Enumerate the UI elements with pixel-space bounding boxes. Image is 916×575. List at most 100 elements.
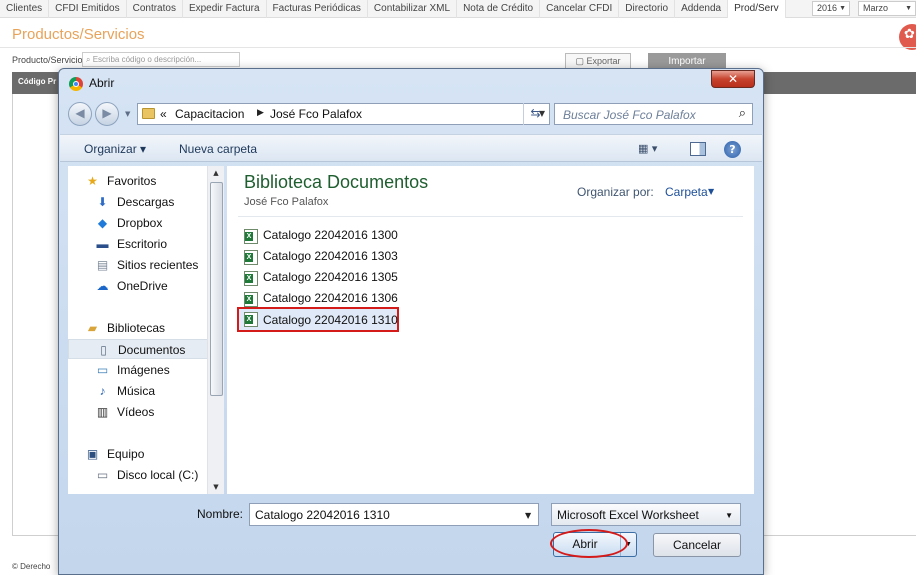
file-name: Catalogo 22042016 1305 — [263, 270, 398, 284]
nav-tab-clientes[interactable]: Clientes — [0, 0, 50, 18]
export-button[interactable]: ▢ Exportar — [565, 53, 631, 69]
grid-header-codigo[interactable]: Código Pr — [18, 77, 56, 86]
breadcrumb-jose-fco-palafox[interactable]: José Fco Palafox — [270, 107, 362, 121]
dialog-title: Abrir — [89, 76, 115, 90]
file-type-select[interactable]: Microsoft Excel Worksheet ▼ — [551, 503, 741, 526]
nav-disco-local[interactable]: ▭ Disco local (C:) — [68, 465, 208, 485]
nav-tab-cfdi-emitidos[interactable]: CFDI Emitidos — [49, 0, 127, 18]
nav-dropbox[interactable]: ◆ Dropbox — [68, 213, 208, 233]
scrollbar-thumb[interactable] — [210, 182, 223, 396]
nav-tab-prod-serv[interactable]: Prod/Serv — [728, 0, 786, 18]
nav-tab-addenda[interactable]: Addenda — [675, 0, 729, 18]
new-folder-button[interactable]: Nueva carpeta — [179, 142, 257, 156]
history-dropdown-icon[interactable]: ▼ — [125, 110, 130, 118]
view-options-icon[interactable]: ▦ ▾ — [638, 142, 657, 155]
address-bar[interactable]: « Capacitacion ▶ José Fco Palafox ▼ — [137, 103, 550, 125]
organize-button[interactable]: Organizar ▾ — [84, 142, 146, 156]
breadcrumb-separator-icon[interactable]: ▶ — [257, 108, 264, 118]
file-item[interactable]: Catalogo 22042016 1305 — [242, 269, 398, 288]
library-divider — [238, 216, 743, 217]
navigation-scrollbar[interactable]: ▲ ▼ — [207, 166, 224, 494]
chevron-down-icon[interactable]: ▼ — [525, 511, 531, 520]
forward-arrow-icon[interactable]: ▶ — [95, 102, 119, 126]
libraries-icon: ▰ — [87, 321, 98, 335]
nav-videos[interactable]: ▥ Vídeos — [68, 402, 208, 422]
search-input[interactable]: Buscar José Fco Palafox ⌕ — [554, 103, 753, 125]
breadcrumb-capacitacion[interactable]: Capacitacion — [175, 107, 244, 121]
file-item[interactable]: Catalogo 22042016 1303 — [242, 248, 398, 267]
filename-input[interactable]: Catalogo 22042016 1310 — [249, 503, 539, 526]
nav-equipo[interactable]: ▣ Equipo — [68, 444, 208, 464]
arrange-by-label: Organizar por: — [577, 185, 654, 199]
file-item-selected[interactable]: Catalogo 22042016 1310 — [237, 307, 399, 332]
library-subtitle: José Fco Palafox — [244, 196, 329, 208]
excel-file-icon — [244, 312, 258, 327]
nav-escritorio-label: Escritorio — [117, 237, 168, 251]
month-select[interactable]: Marzo ▼ — [858, 1, 916, 16]
nav-musica-label: Música — [117, 384, 156, 398]
downloads-icon: ⬇ — [97, 195, 108, 209]
computer-icon: ▣ — [86, 447, 99, 461]
nav-tab-directorio[interactable]: Directorio — [619, 0, 676, 18]
arrange-by-dropdown[interactable]: Carpeta — [665, 185, 708, 199]
star-icon: ★ — [87, 174, 98, 188]
file-name: Catalogo 22042016 1300 — [263, 228, 398, 242]
nav-bibliotecas[interactable]: ▰ Bibliotecas — [68, 318, 208, 338]
file-name: Catalogo 22042016 1303 — [263, 249, 398, 263]
nav-descargas[interactable]: ⬇ Descargas — [68, 192, 208, 212]
nav-tab-expedir-factura[interactable]: Expedir Factura — [183, 0, 267, 18]
nav-favorites[interactable]: ★ Favoritos — [68, 171, 208, 191]
filter-search-input[interactable]: ⌕ Escriba código o descripción... — [82, 52, 240, 67]
help-icon[interactable]: ? — [724, 141, 741, 158]
music-icon: ♪ — [99, 384, 106, 398]
nav-escritorio[interactable]: ▬ Escritorio — [68, 234, 208, 254]
nav-dropbox-label: Dropbox — [117, 216, 163, 230]
year-select-value: 2016 — [817, 3, 838, 13]
nav-tab-contabilizar-xml[interactable]: Contabilizar XML — [368, 0, 458, 18]
close-button[interactable]: ✕ — [711, 70, 755, 88]
year-select[interactable]: 2016 ▼ — [812, 1, 850, 16]
chevron-down-icon: ▼ — [839, 5, 846, 12]
excel-file-icon — [244, 229, 258, 244]
nav-tab-contratos[interactable]: Contratos — [127, 0, 183, 18]
refresh-icon[interactable]: ⇆ — [523, 103, 547, 125]
file-item[interactable]: Catalogo 22042016 1300 — [242, 227, 398, 246]
onedrive-cloud-icon: ☁ — [96, 279, 109, 293]
chrome-icon — [69, 77, 83, 91]
chevron-down-icon: ▼ — [905, 5, 912, 12]
back-arrow-icon[interactable]: ◀ — [68, 102, 92, 126]
nav-videos-label: Vídeos — [117, 405, 155, 419]
nav-onedrive[interactable]: ☁ OneDrive — [68, 276, 208, 296]
month-select-value: Marzo — [863, 3, 889, 13]
nav-imagenes-label: Imágenes — [117, 363, 170, 377]
documents-icon: ▯ — [100, 343, 107, 357]
scroll-down-arrow-icon[interactable]: ▼ — [208, 480, 224, 494]
desktop-icon: ▬ — [96, 237, 109, 251]
footer-copyright: © Derecho — [12, 562, 51, 571]
dropbox-icon: ◆ — [97, 216, 108, 230]
breadcrumb-overflow[interactable]: « — [160, 107, 167, 121]
excel-file-icon — [244, 271, 258, 286]
cancel-button[interactable]: Cancelar — [653, 533, 741, 557]
chevron-down-icon[interactable]: ▼ — [708, 187, 714, 196]
scroll-up-arrow-icon[interactable]: ▲ — [208, 166, 224, 180]
title-divider — [0, 47, 916, 48]
nav-documentos[interactable]: ▯ Documentos — [68, 339, 208, 359]
nav-sitios-recientes[interactable]: ▤ Sitios recientes — [68, 255, 208, 275]
file-name: Catalogo 22042016 1306 — [263, 291, 398, 305]
filename-label: Nombre: — [197, 507, 244, 521]
page-title: Productos/Servicios — [12, 26, 145, 43]
nav-onedrive-label: OneDrive — [117, 279, 168, 293]
navigation-pane: ★ Favoritos ⬇ Descargas ◆ Dropbox ▬ Escritor… — [68, 166, 224, 494]
nav-imagenes[interactable]: ▭ Imágenes — [68, 360, 208, 380]
pictures-icon: ▭ — [96, 363, 109, 377]
nav-documentos-label: Documentos — [118, 343, 186, 357]
nav-tab-nota-de-credito[interactable]: Nota de Crédito — [457, 0, 541, 18]
nav-musica[interactable]: ♪ Música — [68, 381, 208, 401]
nav-tab-cancelar-cfdi[interactable]: Cancelar CFDI — [540, 0, 620, 18]
search-icon[interactable]: ⌕ — [739, 106, 746, 121]
nav-tab-facturas-periodicas[interactable]: Facturas Periódicas — [267, 0, 368, 18]
recent-places-icon: ▤ — [96, 258, 109, 272]
chevron-down-icon: ▼ — [725, 511, 733, 520]
preview-pane-icon[interactable] — [690, 142, 706, 156]
